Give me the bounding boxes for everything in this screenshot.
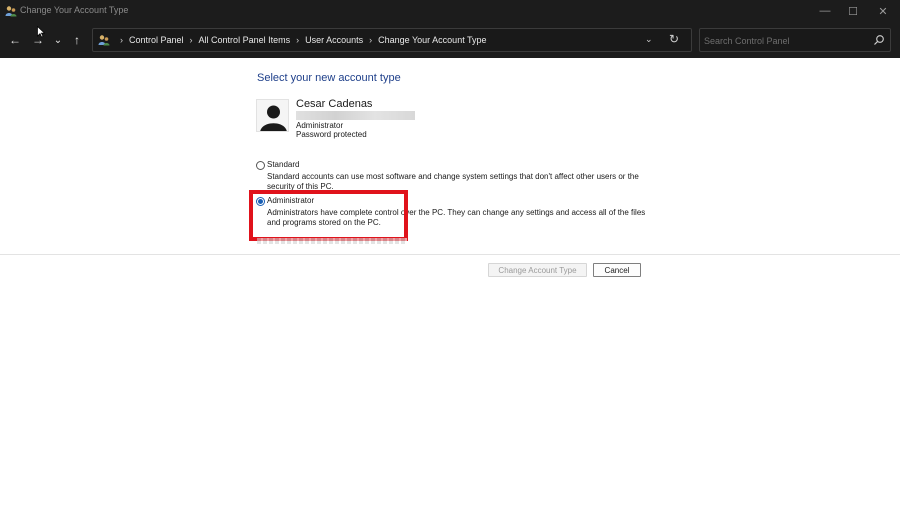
breadcrumb-control-panel[interactable]: Control Panel [129,35,184,45]
address-dropdown-icon[interactable]: ⌄ [645,34,653,45]
breadcrumb: › Control Panel › All Control Panel Item… [98,34,487,46]
window-title: Change Your Account Type [20,5,129,15]
close-icon: ✕ [878,5,888,18]
search-input[interactable] [704,33,864,48]
address-bar[interactable]: › Control Panel › All Control Panel Item… [92,28,692,52]
back-arrow-icon: ← [9,33,21,47]
search-box[interactable] [699,28,891,52]
page-title: Select your new account type [257,72,401,84]
minimize-button[interactable]: — [810,0,840,22]
back-button[interactable]: ← [5,30,25,50]
breadcrumb-user-accounts[interactable]: User Accounts [305,35,363,45]
breadcrumb-separator: › [296,35,300,45]
close-button[interactable]: ✕ [868,0,898,22]
search-icon[interactable] [873,34,885,46]
breadcrumb-all-items[interactable]: All Control Panel Items [199,35,291,45]
navigation-bar: ← → ⌄ ↑ › Control Panel › All Control Pa… [0,22,900,58]
standard-radio[interactable] [256,161,265,170]
up-button[interactable]: ↑ [67,30,87,50]
minimize-icon: — [819,5,831,17]
highlight-box [249,190,408,241]
faded-link [257,238,407,244]
cancel-button[interactable]: Cancel [593,263,641,277]
maximize-button[interactable]: ☐ [838,0,868,22]
redacted-email [296,111,415,120]
avatar [256,99,289,132]
user-accounts-icon [5,6,17,17]
user-silhouette-icon [257,100,288,131]
chevron-down-icon: ⌄ [53,34,63,46]
maximize-icon: ☐ [848,5,858,18]
breadcrumb-separator: › [120,35,123,45]
standard-label[interactable]: Standard [267,160,299,169]
breadcrumb-change-account-type[interactable]: Change Your Account Type [378,35,486,45]
divider [0,254,900,255]
mouse-cursor-icon [37,26,45,38]
change-account-type-button[interactable]: Change Account Type [488,263,587,277]
user-accounts-icon [98,35,110,46]
account-name: Cesar Cadenas [296,98,373,110]
standard-description: Standard accounts can use most software … [267,172,639,191]
breadcrumb-separator: › [369,35,373,45]
up-arrow-icon: ↑ [74,33,80,47]
breadcrumb-separator: › [189,35,193,45]
main-content: Select your new account type Cesar Caden… [0,58,900,518]
account-role: Administrator [296,121,344,130]
title-bar: Change Your Account Type — ☐ ✕ [0,0,900,22]
recent-locations-button[interactable]: ⌄ [48,30,68,50]
refresh-icon[interactable]: ↻ [669,32,679,46]
account-status: Password protected [296,130,367,139]
